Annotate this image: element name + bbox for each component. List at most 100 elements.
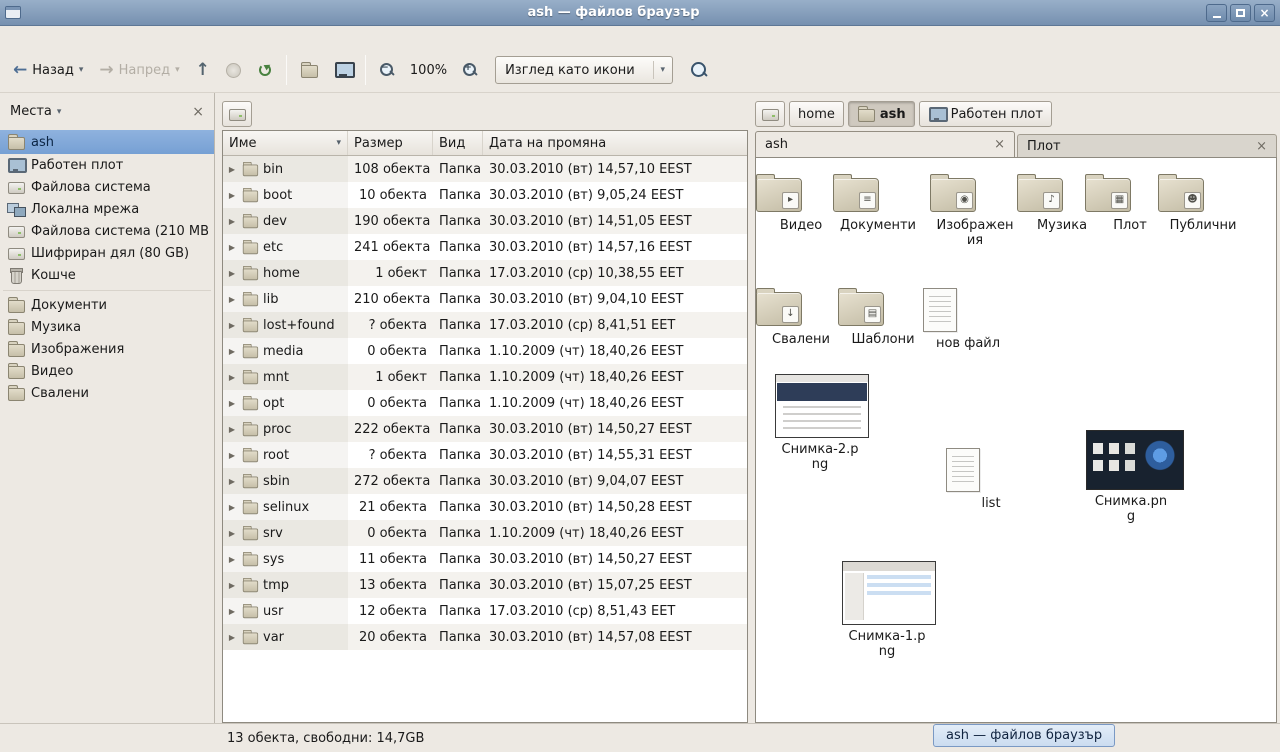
search-button[interactable]: [683, 53, 715, 87]
breadcrumb-button[interactable]: home: [789, 101, 844, 127]
expander-icon[interactable]: ▶: [227, 633, 237, 642]
tab-close-button[interactable]: ×: [1256, 139, 1267, 154]
sidebar-item[interactable]: Файлова система: [0, 176, 214, 198]
expander-icon[interactable]: ▶: [227, 269, 237, 278]
up-button[interactable]: ↑: [189, 53, 217, 87]
file-row[interactable]: ▶ dev 190 обекта Папка 30.03.2010 (вт) 1…: [223, 208, 747, 234]
file-row[interactable]: ▶ var 20 обекта Папка 30.03.2010 (вт) 14…: [223, 624, 747, 650]
file-icon-item[interactable]: Публични: [1158, 170, 1248, 234]
menu-item[interactable]: [4, 35, 22, 39]
pathbar-root-button[interactable]: [755, 101, 785, 127]
expander-icon[interactable]: ▶: [227, 503, 237, 512]
menu-item[interactable]: [58, 35, 76, 39]
file-row[interactable]: ▶ boot 10 обекта Папка 30.03.2010 (вт) 9…: [223, 182, 747, 208]
expander-icon[interactable]: ▶: [227, 607, 237, 616]
expander-icon[interactable]: ▶: [227, 373, 237, 382]
menu-item[interactable]: [94, 35, 112, 39]
sidebar-close-button[interactable]: ×: [192, 104, 204, 120]
column-header-size[interactable]: Размер: [348, 131, 433, 155]
expander-icon[interactable]: ▶: [227, 295, 237, 304]
file-row[interactable]: ▶ sbin 272 обекта Папка 30.03.2010 (вт) …: [223, 468, 747, 494]
file-row[interactable]: ▶ root ? обекта Папка 30.03.2010 (вт) 14…: [223, 442, 747, 468]
file-row[interactable]: ▶ srv 0 обекта Папка 1.10.2009 (чт) 18,4…: [223, 520, 747, 546]
icon-view-canvas[interactable]: Видео Документи Изображения Музика Плот: [755, 157, 1277, 723]
expander-icon[interactable]: ▶: [227, 243, 237, 252]
file-row[interactable]: ▶ proc 222 обекта Папка 30.03.2010 (вт) …: [223, 416, 747, 442]
sidebar-item[interactable]: Файлова система (210 MB): [0, 220, 214, 242]
file-row[interactable]: ▶ etc 241 обекта Папка 30.03.2010 (вт) 1…: [223, 234, 747, 260]
file-icon-item[interactable]: Снимка-1.png: [842, 561, 932, 660]
file-icon-item[interactable]: Шаблони: [838, 284, 928, 348]
expander-icon[interactable]: ▶: [227, 451, 237, 460]
file-row[interactable]: ▶ home 1 обект Папка 17.03.2010 (ср) 10,…: [223, 260, 747, 286]
expander-icon[interactable]: ▶: [227, 347, 237, 356]
tab[interactable]: ash ×: [755, 131, 1015, 157]
file-row[interactable]: ▶ media 0 обекта Папка 1.10.2009 (чт) 18…: [223, 338, 747, 364]
column-header-date[interactable]: Дата на промяна: [483, 131, 747, 155]
file-icon: [842, 561, 936, 625]
sidebar-item[interactable]: Кошче: [0, 264, 214, 286]
file-icon-item[interactable]: Свалени: [756, 284, 846, 348]
sidebar-item[interactable]: Видео: [0, 360, 214, 382]
file-icon-item[interactable]: list: [946, 444, 1036, 512]
stop-button[interactable]: [219, 53, 248, 87]
computer-button[interactable]: [327, 53, 359, 87]
expander-icon[interactable]: ▶: [227, 217, 237, 226]
expander-icon[interactable]: ▶: [227, 191, 237, 200]
file-icon-item[interactable]: Снимка.png: [1086, 430, 1176, 525]
sidebar-item[interactable]: Документи: [0, 294, 214, 316]
file-row[interactable]: ▶ usr 12 обекта Папка 17.03.2010 (ср) 8,…: [223, 598, 747, 624]
expander-icon[interactable]: ▶: [227, 399, 237, 408]
sidebar-item[interactable]: Музика: [0, 316, 214, 338]
file-row[interactable]: ▶ mnt 1 обект Папка 1.10.2009 (чт) 18,40…: [223, 364, 747, 390]
file-row[interactable]: ▶ opt 0 обекта Папка 1.10.2009 (чт) 18,4…: [223, 390, 747, 416]
expander-icon[interactable]: ▶: [227, 165, 237, 174]
tab-close-button[interactable]: ×: [994, 137, 1005, 152]
menu-item[interactable]: [22, 35, 40, 39]
close-button[interactable]: ×: [1254, 4, 1275, 22]
pathbar-root-button[interactable]: [222, 101, 252, 127]
home-button[interactable]: [293, 53, 325, 87]
menu-item[interactable]: [76, 35, 94, 39]
file-icon-item[interactable]: Документи: [833, 170, 923, 234]
sidebar-item[interactable]: Локална мрежа: [0, 198, 214, 220]
file-icon-item[interactable]: нов файл: [923, 284, 1013, 352]
breadcrumb-button[interactable]: ash: [848, 101, 915, 127]
file-icon-item[interactable]: Снимка-2.png: [775, 374, 865, 473]
forward-button[interactable]: → Напред ▾: [92, 53, 186, 87]
reload-button[interactable]: [250, 53, 280, 87]
sidebar-item[interactable]: Шифриран дял (80 GB): [0, 242, 214, 264]
titlebar[interactable]: ash — файлов браузър ×: [0, 0, 1280, 26]
taskbar-window-button[interactable]: ash — файлов браузър: [933, 724, 1115, 747]
zoom-out-button[interactable]: −: [372, 53, 402, 87]
menu-item[interactable]: [40, 35, 58, 39]
file-row[interactable]: ▶ sys 11 обекта Папка 30.03.2010 (вт) 14…: [223, 546, 747, 572]
sidebar-item[interactable]: Свалени: [0, 382, 214, 404]
view-mode-select[interactable]: Изглед като икони ▾: [495, 56, 673, 84]
expander-icon[interactable]: ▶: [227, 555, 237, 564]
column-header-type[interactable]: Вид: [433, 131, 483, 155]
zoom-in-button[interactable]: +: [455, 53, 485, 87]
back-button[interactable]: ← Назад ▾: [6, 53, 90, 87]
maximize-button[interactable]: [1230, 4, 1251, 22]
file-row[interactable]: ▶ selinux 21 обекта Папка 30.03.2010 (вт…: [223, 494, 747, 520]
expander-icon[interactable]: ▶: [227, 529, 237, 538]
file-row[interactable]: ▶ tmp 13 обекта Папка 30.03.2010 (вт) 15…: [223, 572, 747, 598]
sidebar-item[interactable]: Изображения: [0, 338, 214, 360]
file-row[interactable]: ▶ lib 210 обекта Папка 30.03.2010 (вт) 9…: [223, 286, 747, 312]
expander-icon[interactable]: ▶: [227, 321, 237, 330]
expander-icon[interactable]: ▶: [227, 581, 237, 590]
sidebar-item[interactable]: ash: [0, 130, 214, 154]
file-row[interactable]: ▶ lost+found ? обекта Папка 17.03.2010 (…: [223, 312, 747, 338]
breadcrumb-button[interactable]: Работен плот: [919, 101, 1052, 127]
column-header-name[interactable]: Име ▾: [223, 131, 348, 155]
sidebar-title[interactable]: Места: [10, 104, 52, 119]
file-row[interactable]: ▶ bin 108 обекта Папка 30.03.2010 (вт) 1…: [223, 156, 747, 182]
expander-icon[interactable]: ▶: [227, 477, 237, 486]
file-icon-item[interactable]: Изображения: [930, 170, 1020, 249]
sidebar-item[interactable]: Работен плот: [0, 154, 214, 176]
minimize-button[interactable]: [1206, 4, 1227, 22]
expander-icon[interactable]: ▶: [227, 425, 237, 434]
sidebar-title-dropdown-icon[interactable]: ▾: [57, 107, 62, 117]
tab[interactable]: Плот ×: [1017, 134, 1277, 157]
